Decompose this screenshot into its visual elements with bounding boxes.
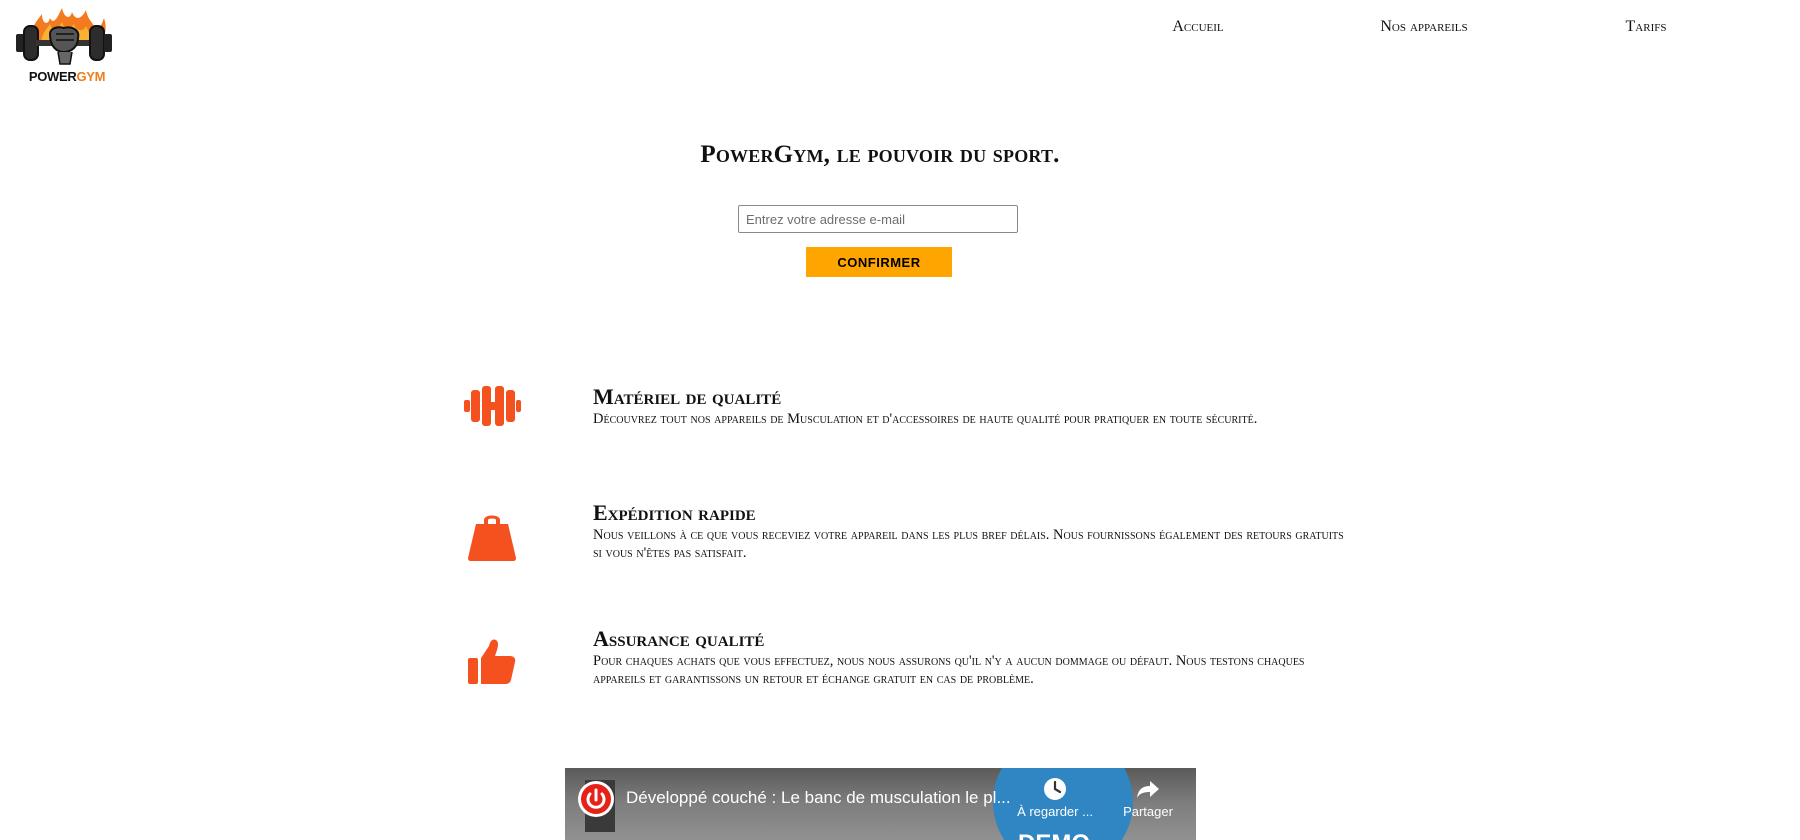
- feature-description: Nous veillons à ce que vous receviez vot…: [593, 527, 1344, 561]
- watch-later-label: À regarder ...: [1017, 804, 1093, 819]
- feature-block-materiel: Matériel de qualité Découvrez tout nos a…: [593, 384, 1353, 428]
- feature-description: Pour chaques achats que vous effectuez, …: [593, 653, 1305, 687]
- video-player[interactable]: DEMO Développé couché : Le banc de muscu…: [565, 768, 1196, 840]
- hero-title: PowerGym, le pouvoir du sport.: [700, 141, 1060, 168]
- logo[interactable]: POWERGYM: [12, 4, 116, 86]
- email-input[interactable]: [738, 205, 1018, 233]
- nav-link-nos-appareils[interactable]: Nos appareils: [1380, 18, 1467, 36]
- feature-block-assurance: Assurance qualité Pour chaques achats qu…: [593, 626, 1353, 688]
- feature-title: Matériel de qualité: [593, 384, 782, 409]
- logo-text: POWERGYM: [22, 70, 112, 84]
- feature-title: Assurance qualité: [593, 626, 765, 651]
- channel-power-icon[interactable]: [577, 780, 615, 818]
- main-nav: Accueil Nos appareils Tarifs: [0, 18, 1800, 42]
- feature-description: Découvrez tout nos appareils de Musculat…: [593, 411, 1258, 427]
- weight-icon: [462, 504, 522, 564]
- nav-link-accueil[interactable]: Accueil: [1172, 18, 1223, 36]
- video-title[interactable]: Développé couché : Le banc de musculatio…: [626, 788, 1011, 808]
- feature-title: Expédition rapide: [593, 500, 756, 525]
- logo-word-gym: GYM: [76, 69, 106, 84]
- watch-later-button[interactable]: À regarder ...: [1015, 776, 1095, 819]
- share-button[interactable]: Partager: [1108, 776, 1188, 819]
- share-label: Partager: [1123, 804, 1173, 819]
- dumbbell-icon: [462, 376, 522, 436]
- logo-word-power: POWER: [28, 69, 77, 84]
- thumbs-up-icon: [462, 632, 522, 692]
- video-demo-text: DEMO: [1018, 830, 1090, 840]
- clock-icon: [1044, 778, 1066, 800]
- share-arrow-icon: [1137, 781, 1159, 798]
- nav-link-tarifs[interactable]: Tarifs: [1626, 18, 1667, 36]
- feature-block-expedition: Expédition rapide Nous veillons à ce que…: [593, 500, 1353, 562]
- page: POWERGYM Accueil Nos appareils Tarifs Po…: [0, 0, 1800, 840]
- confirm-button[interactable]: CONFIRMER: [806, 247, 952, 277]
